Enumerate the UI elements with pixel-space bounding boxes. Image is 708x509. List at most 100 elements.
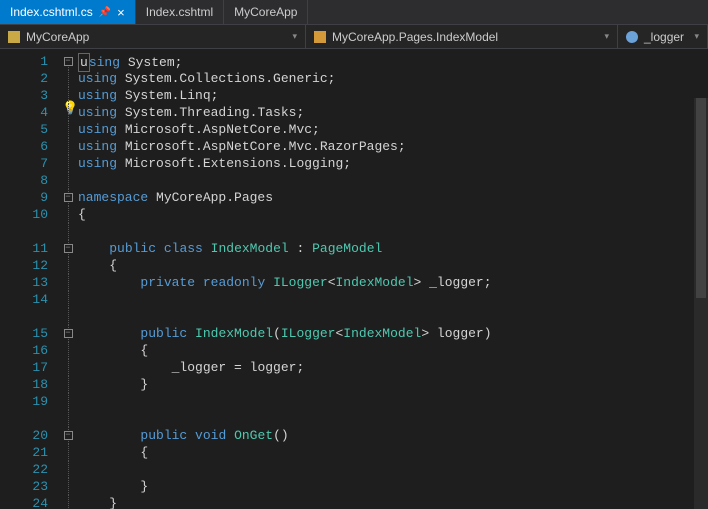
tab-index-cs[interactable]: Index.cshtml.cs 📌 × xyxy=(0,0,136,24)
line-number: 10 xyxy=(0,206,48,223)
line-number: 23 xyxy=(0,478,48,495)
code-line[interactable]: } xyxy=(78,376,708,393)
fold-cell[interactable]: − xyxy=(58,325,78,342)
nav-class-label: MyCoreApp.Pages.IndexModel xyxy=(332,30,498,44)
code-line[interactable]: { xyxy=(78,444,708,461)
line-number: 8 xyxy=(0,172,48,189)
fold-column: − − − − − xyxy=(58,49,78,509)
code-line[interactable]: _logger = logger; xyxy=(78,359,708,376)
code-line[interactable] xyxy=(78,291,708,308)
code-line[interactable]: namespace MyCoreApp.Pages xyxy=(78,189,708,206)
class-icon xyxy=(314,31,326,43)
fold-cell[interactable]: − xyxy=(58,427,78,444)
csharp-project-icon xyxy=(8,31,20,43)
line-number: 1 xyxy=(0,53,48,70)
code-line[interactable]: using Microsoft.AspNetCore.Mvc; xyxy=(78,121,708,138)
code-line[interactable] xyxy=(78,172,708,189)
nav-project-dropdown[interactable]: MyCoreApp ▾ xyxy=(0,25,306,48)
code-line[interactable]: private readonly ILogger<IndexModel> _lo… xyxy=(78,274,708,291)
code-line[interactable]: } xyxy=(78,478,708,495)
line-number: 6 xyxy=(0,138,48,155)
fold-cell xyxy=(58,342,78,359)
tab-label: Index.cshtml xyxy=(146,5,213,19)
line-number: 2 xyxy=(0,70,48,87)
tab-bar: Index.cshtml.cs 📌 × Index.cshtml MyCoreA… xyxy=(0,0,708,25)
code-line[interactable]: using Microsoft.Extensions.Logging; xyxy=(78,155,708,172)
vertical-scrollbar[interactable] xyxy=(694,98,708,509)
code-line[interactable]: using System.Collections.Generic; xyxy=(78,70,708,87)
code-line[interactable]: using System.Linq; xyxy=(78,87,708,104)
fold-cell xyxy=(58,376,78,393)
code-line[interactable]: { xyxy=(78,206,708,223)
code-line[interactable]: public void OnGet() xyxy=(78,427,708,444)
line-number-gutter: 1234567891011121314151617181920212223242… xyxy=(0,49,58,509)
fold-cell[interactable]: − xyxy=(58,189,78,206)
line-number: 4 xyxy=(0,104,48,121)
fold-cell xyxy=(58,104,78,121)
chevron-down-icon: ▾ xyxy=(694,31,699,42)
line-number: 19 xyxy=(0,393,48,410)
code-line[interactable]: { xyxy=(78,342,708,359)
fold-cell xyxy=(58,478,78,495)
nav-member-dropdown[interactable]: _logger ▾ xyxy=(618,25,708,48)
line-number xyxy=(0,223,48,240)
code-editor[interactable]: 💡 12345678910111213141516171819202122232… xyxy=(0,49,708,509)
line-number: 12 xyxy=(0,257,48,274)
line-number: 14 xyxy=(0,291,48,308)
line-number: 18 xyxy=(0,376,48,393)
tab-index-cshtml[interactable]: Index.cshtml xyxy=(136,0,224,24)
code-line[interactable]: { xyxy=(78,257,708,274)
nav-class-dropdown[interactable]: MyCoreApp.Pages.IndexModel ▾ xyxy=(306,25,618,48)
fold-cell xyxy=(58,206,78,223)
code-line[interactable] xyxy=(78,393,708,410)
line-number: 17 xyxy=(0,359,48,376)
code-line[interactable] xyxy=(78,410,708,427)
line-number: 16 xyxy=(0,342,48,359)
nav-bar: MyCoreApp ▾ MyCoreApp.Pages.IndexModel ▾… xyxy=(0,25,708,49)
code-line[interactable] xyxy=(78,461,708,478)
fold-cell xyxy=(58,291,78,308)
fold-cell xyxy=(58,359,78,376)
fold-toggle-icon: − xyxy=(64,57,73,66)
fold-cell xyxy=(58,257,78,274)
pin-icon[interactable]: 📌 xyxy=(99,7,111,18)
code-line[interactable] xyxy=(78,223,708,240)
fold-toggle-icon: − xyxy=(64,329,73,338)
line-number: 7 xyxy=(0,155,48,172)
line-number: 22 xyxy=(0,461,48,478)
line-number: 11 xyxy=(0,240,48,257)
code-line[interactable]: using Microsoft.AspNetCore.Mvc.RazorPage… xyxy=(78,138,708,155)
fold-cell[interactable]: − xyxy=(58,240,78,257)
fold-cell xyxy=(58,121,78,138)
fold-cell xyxy=(58,223,78,240)
fold-cell xyxy=(58,155,78,172)
code-line[interactable]: } xyxy=(78,495,708,509)
scrollbar-thumb[interactable] xyxy=(696,98,706,298)
chevron-down-icon: ▾ xyxy=(604,31,609,42)
code-line[interactable]: using System.Threading.Tasks; xyxy=(78,104,708,121)
fold-cell xyxy=(58,393,78,410)
line-number: 13 xyxy=(0,274,48,291)
fold-cell xyxy=(58,461,78,478)
field-icon xyxy=(626,31,638,43)
fold-cell xyxy=(58,172,78,189)
tab-mycoreapp[interactable]: MyCoreApp xyxy=(224,0,308,24)
fold-toggle-icon: − xyxy=(64,193,73,202)
tab-label: Index.cshtml.cs xyxy=(10,5,93,19)
fold-cell xyxy=(58,444,78,461)
code-line[interactable]: public IndexModel(ILogger<IndexModel> lo… xyxy=(78,325,708,342)
close-icon[interactable]: × xyxy=(117,6,125,19)
line-number: 20 xyxy=(0,427,48,444)
line-number: 9 xyxy=(0,189,48,206)
fold-cell xyxy=(58,308,78,325)
fold-cell[interactable]: − xyxy=(58,53,78,70)
code-body[interactable]: using System;using System.Collections.Ge… xyxy=(78,49,708,509)
line-number xyxy=(0,410,48,427)
code-line[interactable]: using System; xyxy=(78,53,708,70)
code-line[interactable] xyxy=(78,308,708,325)
fold-cell xyxy=(58,70,78,87)
code-line[interactable]: public class IndexModel : PageModel xyxy=(78,240,708,257)
nav-member-label: _logger xyxy=(644,30,684,44)
line-number xyxy=(0,308,48,325)
fold-cell xyxy=(58,274,78,291)
